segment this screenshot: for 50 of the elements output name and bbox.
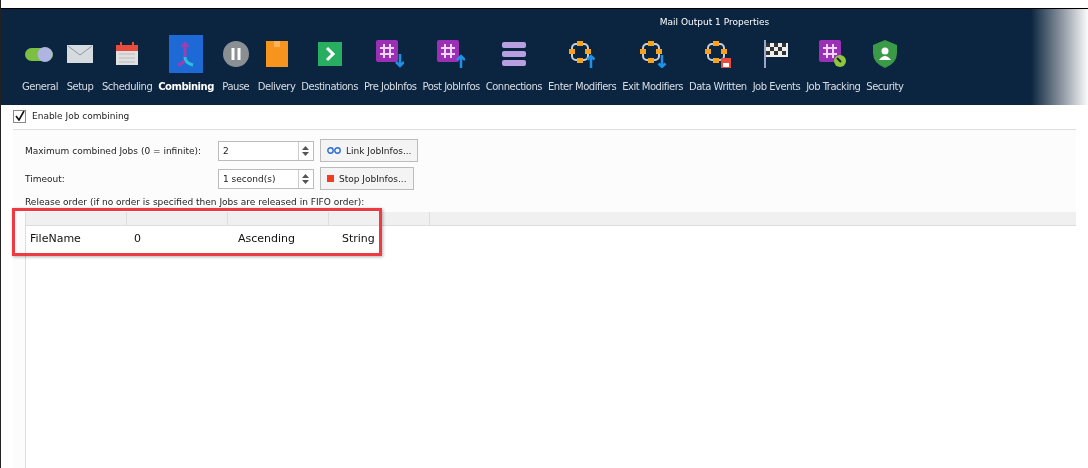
table-cell-text: Ascending <box>237 231 297 245</box>
toolbar-tab[interactable]: Delivery <box>254 35 299 92</box>
stop-icon <box>327 175 334 182</box>
spin-field[interactable]: 1 second(s) <box>218 168 314 189</box>
link-icon <box>327 147 341 154</box>
toggle-icon <box>25 45 55 63</box>
checkbox[interactable] <box>13 109 26 123</box>
field-label: Timeout: <box>25 173 66 184</box>
shield-icon <box>872 40 897 68</box>
spin-arrows-icon <box>302 144 309 157</box>
field-label: Maximum combined Jobs (0 = infinite): <box>25 145 203 156</box>
link-button[interactable]: Link JobInfos... <box>320 139 419 162</box>
table-cell-text: 0 <box>133 231 142 245</box>
node-cycle-icon <box>638 40 667 68</box>
toolbar-tab[interactable]: Security <box>863 35 907 92</box>
toolbar-tab[interactable]: Connections <box>482 35 545 92</box>
checkmark-icon <box>14 111 25 121</box>
checkered-flag-icon <box>763 40 790 68</box>
toolbar-tab[interactable]: Combining <box>155 35 217 92</box>
envelope-icon <box>67 45 93 63</box>
node-cycle-icon <box>568 40 597 68</box>
chevron-icon <box>317 42 342 66</box>
stack-icon <box>501 42 526 66</box>
toolbar-tab[interactable]: Pause <box>216 35 255 92</box>
toolbar-tab[interactable]: Setup <box>61 35 99 92</box>
box-icon <box>265 41 288 67</box>
window-title: Mail Output 1 Properties <box>659 17 770 27</box>
calendar-icon <box>115 42 140 66</box>
hash-icon <box>437 40 466 68</box>
checkbox-label: Enable Job combining <box>32 111 130 121</box>
toolbar-tab[interactable]: Data Written <box>685 35 750 92</box>
toolbar-tab[interactable]: Pre JobInfos <box>360 35 420 92</box>
release-order-caption: Release order (if no order is specified then Jobs are released in FIFO order): <box>25 197 366 207</box>
stop-button[interactable]: Stop JobInfos... <box>320 167 414 190</box>
toolbar-tab[interactable]: Post JobInfos <box>419 35 483 92</box>
node-cycle-icon <box>703 40 732 68</box>
hash-icon <box>376 40 405 68</box>
toolbar-tab[interactable]: Job Events <box>749 35 804 92</box>
table-cell-text: FileName <box>29 231 82 245</box>
spin-arrows-icon <box>302 172 309 185</box>
toolbar-tab[interactable]: Exit Modifiers <box>619 35 686 92</box>
toolbar-tab[interactable]: General <box>19 35 61 92</box>
table-cell-text: String <box>341 231 376 245</box>
toolbar-tab[interactable]: Destinations <box>298 35 361 92</box>
spin-field[interactable]: 2 <box>218 140 314 161</box>
toolbar-tab[interactable]: Job Tracking <box>803 35 864 92</box>
toolbar-tab[interactable]: Scheduling <box>99 35 156 92</box>
hash-icon <box>819 40 848 68</box>
toolbar-tab[interactable]: Enter Modifiers <box>545 35 620 92</box>
pause-icon <box>222 41 249 67</box>
